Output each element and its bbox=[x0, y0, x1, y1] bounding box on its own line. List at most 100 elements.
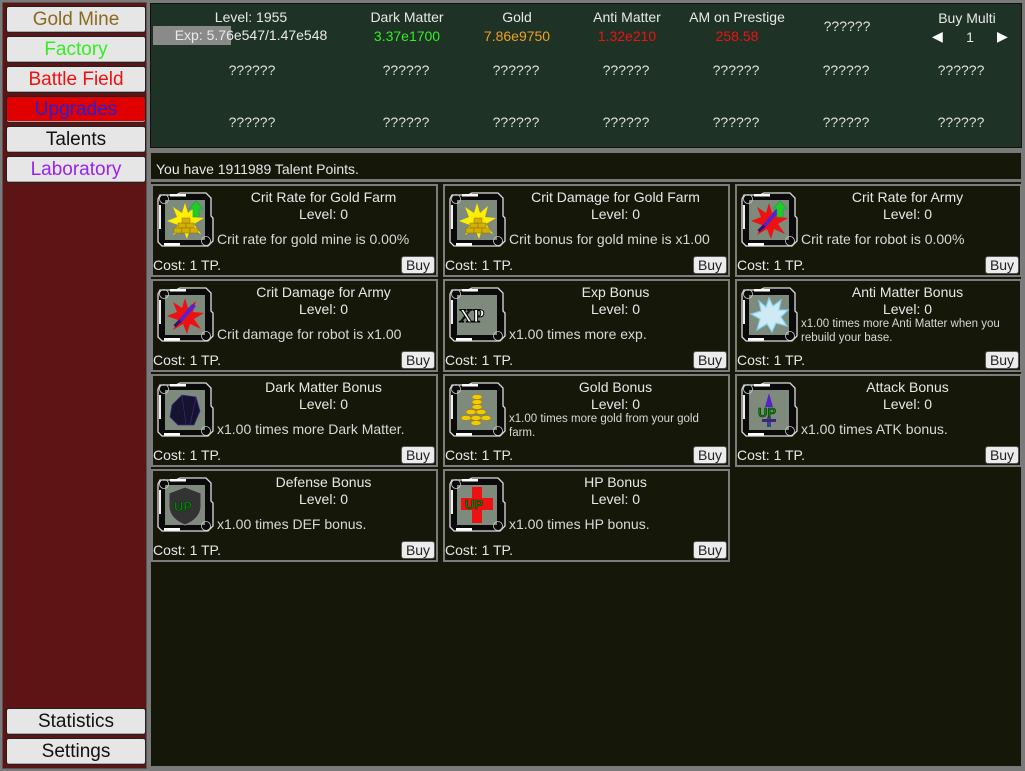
talent-cost: Cost: 1 TP. bbox=[153, 542, 221, 558]
hidden-stat: ?????? bbox=[228, 114, 276, 130]
svg-text:UP: UP bbox=[758, 405, 776, 420]
talent-level: Level: 0 bbox=[590, 491, 641, 507]
talent-title: Exp Bonus bbox=[581, 284, 650, 300]
anti-matter-label: Anti Matter bbox=[593, 9, 661, 25]
talent-title: Defense Bonus bbox=[275, 474, 372, 490]
gold-crit-damage-icon bbox=[448, 191, 506, 249]
svg-text:UP: UP bbox=[174, 499, 192, 514]
nav-laboratory[interactable]: Laboratory bbox=[6, 156, 146, 183]
talent-level: Level: 0 bbox=[590, 206, 641, 222]
hidden-stat: ?????? bbox=[228, 62, 276, 78]
nav-statistics[interactable]: Statistics bbox=[6, 708, 146, 735]
svg-text:XP: XP bbox=[459, 306, 485, 327]
sidebar: Gold Mine Factory Battle Field Upgrades … bbox=[2, 2, 147, 769]
gold-coins-icon bbox=[448, 381, 506, 439]
stats-panel: Level: 1955 Exp: 5.76e547/1.47e548 Dark … bbox=[150, 3, 1022, 148]
buy-button[interactable]: Buy bbox=[693, 256, 727, 274]
buy-button[interactable]: Buy bbox=[693, 351, 727, 369]
talent-cost: Cost: 1 TP. bbox=[445, 352, 513, 368]
am-on-prestige-label: AM on Prestige bbox=[689, 9, 785, 25]
talent-level: Level: 0 bbox=[590, 301, 641, 317]
talent-title: Crit Rate for Gold Farm bbox=[250, 189, 397, 205]
gold-crit-rate-icon bbox=[156, 191, 214, 249]
nav-factory[interactable]: Factory bbox=[6, 36, 146, 63]
dark-matter-label: Dark Matter bbox=[370, 9, 444, 25]
hidden-stat: ?????? bbox=[712, 114, 760, 130]
dark-matter-stat: Dark Matter 3.37e1700 bbox=[347, 8, 467, 46]
nav-upgrades[interactable]: Upgrades bbox=[6, 96, 146, 123]
talent-cost: Cost: 1 TP. bbox=[153, 257, 221, 273]
hidden-stat: ?????? bbox=[937, 114, 985, 130]
talent-card: Dark Matter Bonus Level: 0 x1.00 times m… bbox=[151, 374, 438, 467]
talent-card: XP Exp Bonus Level: 0 x1.00 times more e… bbox=[443, 279, 730, 372]
talent-cost: Cost: 1 TP. bbox=[737, 352, 805, 368]
talent-card: Crit Rate for Army Level: 0 Crit rate fo… bbox=[735, 184, 1022, 277]
talent-card: Crit Rate for Gold Farm Level: 0 Crit ra… bbox=[151, 184, 438, 277]
buy-button[interactable]: Buy bbox=[401, 351, 435, 369]
hp-up-icon: UP bbox=[448, 476, 506, 534]
hidden-stat: ?????? bbox=[822, 114, 870, 130]
anti-matter-icon bbox=[740, 286, 798, 344]
talent-card: UP Attack Bonus Level: 0 x1.00 times ATK… bbox=[735, 374, 1022, 467]
army-crit-damage-icon bbox=[156, 286, 214, 344]
talent-description: x1.00 times more gold from your gold far… bbox=[509, 413, 699, 439]
talent-description: x1.00 times ATK bonus. bbox=[801, 421, 948, 437]
talent-description: x1.00 times HP bonus. bbox=[509, 516, 650, 532]
svg-text:UP: UP bbox=[465, 497, 483, 512]
nav-gold-mine[interactable]: Gold Mine bbox=[6, 6, 146, 33]
talent-card: UP HP Bonus Level: 0 x1.00 times HP bonu… bbox=[443, 469, 730, 562]
dark-matter-value: 3.37e1700 bbox=[373, 28, 441, 44]
talent-title: Dark Matter Bonus bbox=[265, 379, 382, 395]
buy-button[interactable]: Buy bbox=[401, 541, 435, 559]
talent-level: Level: 0 bbox=[590, 396, 641, 412]
talent-title: Gold Bonus bbox=[578, 379, 653, 395]
hidden-stat: ?????? bbox=[602, 114, 650, 130]
xp-icon: XP bbox=[448, 286, 506, 344]
talent-description: x1.00 times more Anti Matter when you re… bbox=[801, 318, 1000, 344]
talent-card: Crit Damage for Army Level: 0 Crit damag… bbox=[151, 279, 438, 372]
talent-description: x1.00 times more exp. bbox=[509, 326, 647, 342]
talent-level: Level: 0 bbox=[882, 301, 933, 317]
buy-button[interactable]: Buy bbox=[693, 446, 727, 464]
talent-description: Crit damage for robot is x1.00 bbox=[217, 326, 402, 342]
nav-talents[interactable]: Talents bbox=[6, 126, 146, 153]
talent-cost: Cost: 1 TP. bbox=[737, 257, 805, 273]
attack-up-icon: UP bbox=[740, 381, 798, 439]
buy-button[interactable]: Buy bbox=[985, 446, 1019, 464]
hidden-stat: ?????? bbox=[822, 62, 870, 78]
buy-button[interactable]: Buy bbox=[693, 541, 727, 559]
nav-battle-field[interactable]: Battle Field bbox=[6, 66, 146, 93]
buy-multi-label: Buy Multi bbox=[938, 10, 996, 26]
dark-matter-icon bbox=[156, 381, 214, 439]
talent-title: Anti Matter Bonus bbox=[851, 284, 964, 300]
talent-card: Anti Matter Bonus Level: 0 x1.00 times m… bbox=[735, 279, 1022, 372]
nav-settings[interactable]: Settings bbox=[6, 738, 146, 765]
talent-level: Level: 0 bbox=[298, 206, 349, 222]
talent-title: Attack Bonus bbox=[866, 379, 949, 395]
talent-level: Level: 0 bbox=[882, 396, 933, 412]
talent-card: Crit Damage for Gold Farm Level: 0 Crit … bbox=[443, 184, 730, 277]
buy-multi-increase-icon[interactable]: ▶ bbox=[997, 28, 1008, 45]
talent-title: HP Bonus bbox=[584, 474, 647, 490]
hidden-stat: ?????? bbox=[712, 62, 760, 78]
talent-description: Crit rate for gold mine is 0.00% bbox=[217, 231, 410, 247]
talent-cost: Cost: 1 TP. bbox=[737, 447, 805, 463]
talent-level: Level: 0 bbox=[298, 396, 349, 412]
buy-button[interactable]: Buy bbox=[401, 446, 435, 464]
hidden-stat: ?????? bbox=[382, 62, 430, 78]
gold-stat: Gold 7.86e9750 bbox=[457, 8, 577, 46]
hidden-stat: ?????? bbox=[937, 62, 985, 78]
talent-title: Crit Damage for Army bbox=[256, 284, 391, 300]
talent-cost: Cost: 1 TP. bbox=[153, 447, 221, 463]
talent-level: Level: 0 bbox=[298, 301, 349, 317]
buy-button[interactable]: Buy bbox=[985, 351, 1019, 369]
hidden-stat: ?????? bbox=[382, 114, 430, 130]
talent-description: Crit bonus for gold mine is x1.00 bbox=[509, 231, 710, 247]
exp-text: Exp: 5.76e547/1.47e548 bbox=[174, 27, 328, 43]
hidden-stat: ?????? bbox=[492, 62, 540, 78]
talents-panel: You have 1911989 Talent Points. Crit Rat… bbox=[150, 152, 1022, 767]
gold-value: 7.86e9750 bbox=[483, 28, 551, 44]
talent-card: UP Defense Bonus Level: 0 x1.00 times DE… bbox=[151, 469, 438, 562]
buy-button[interactable]: Buy bbox=[985, 256, 1019, 274]
buy-button[interactable]: Buy bbox=[401, 256, 435, 274]
